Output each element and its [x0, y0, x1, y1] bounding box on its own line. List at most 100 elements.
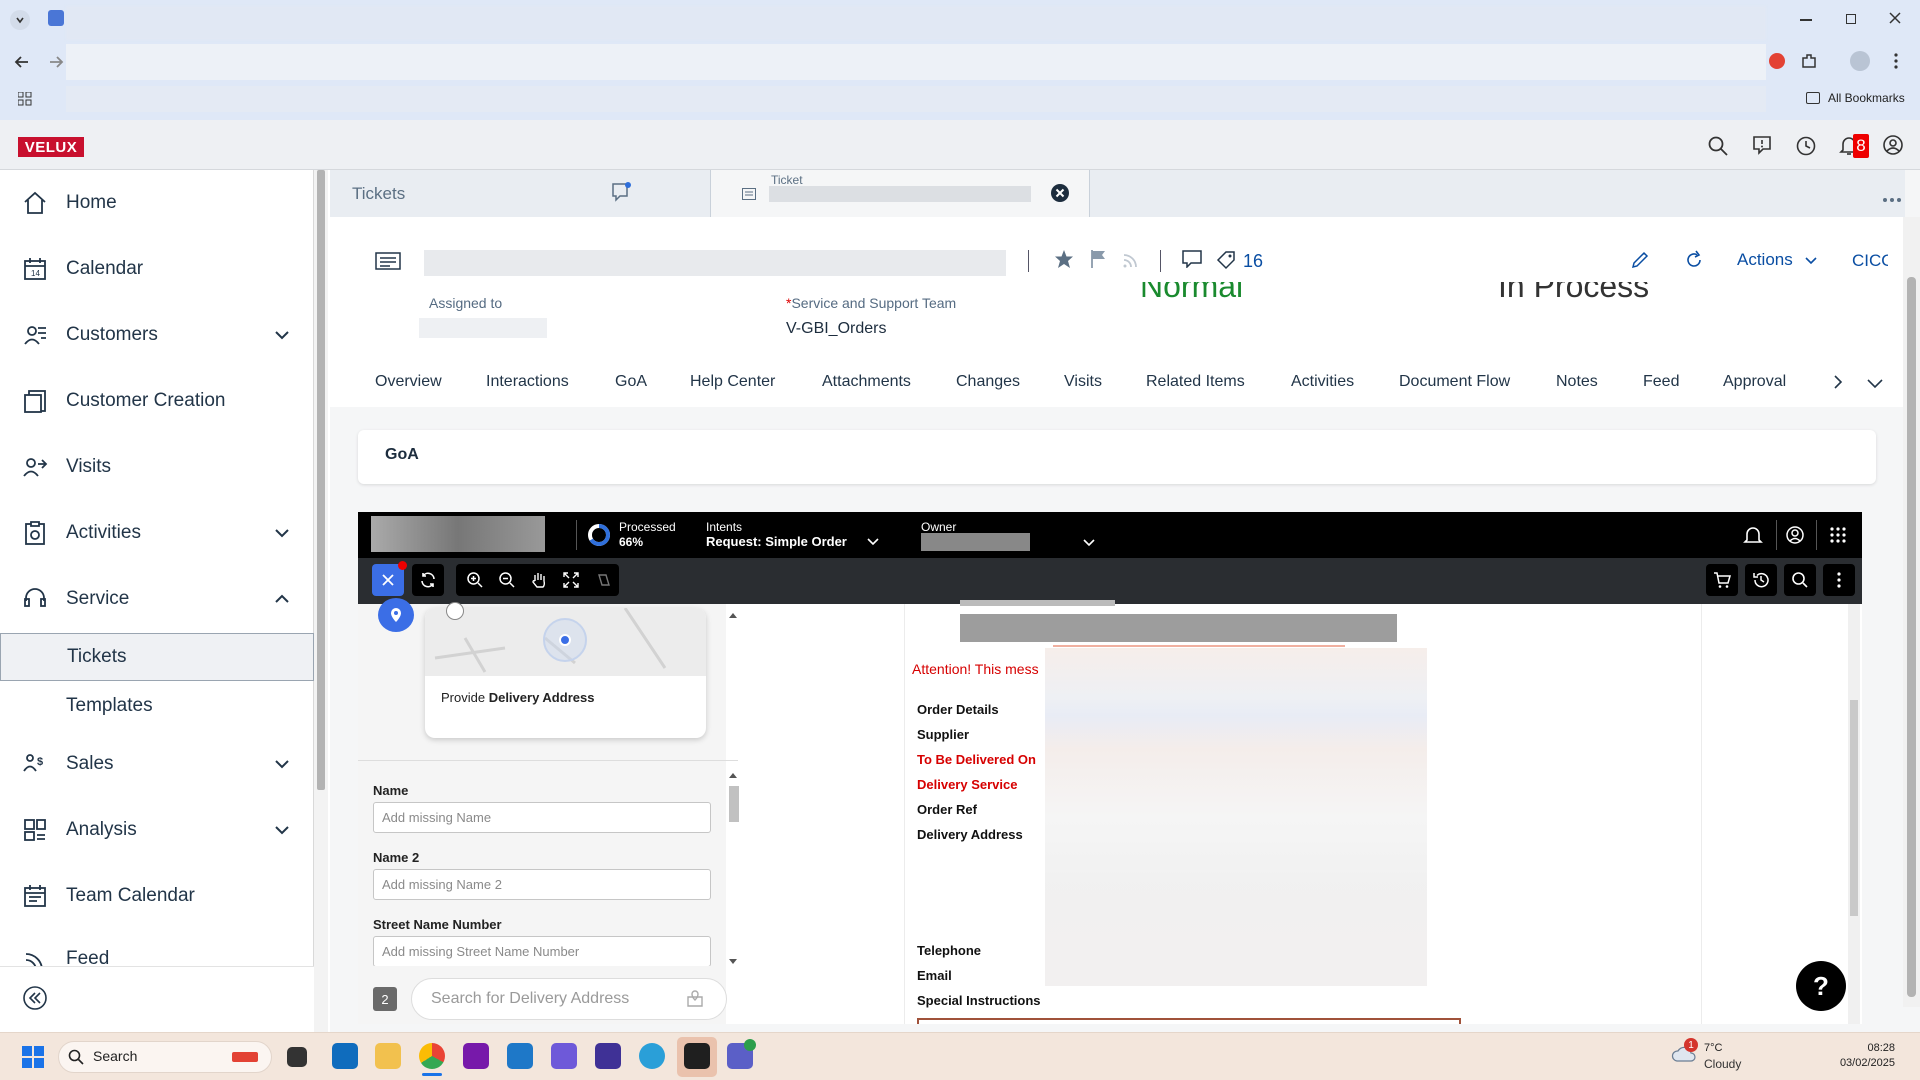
assigned-to-value-blurred[interactable]: [419, 318, 547, 338]
tab-approval[interactable]: Approval: [1723, 373, 1786, 391]
notification-count-badge[interactable]: 8: [1853, 134, 1869, 158]
main-scrollbar[interactable]: [1903, 217, 1920, 1007]
browser-menu-icon[interactable]: [1894, 53, 1898, 69]
address-locate-icon[interactable]: [685, 989, 705, 1009]
form-scroll-down-icon[interactable]: [728, 953, 738, 964]
name-input[interactable]: Add missing Name: [373, 802, 711, 833]
chevron-down-icon[interactable]: [272, 523, 292, 543]
map-card[interactable]: Provide Delivery Address: [425, 608, 706, 738]
apps-grid-icon[interactable]: [17, 91, 32, 106]
onenote-icon[interactable]: [463, 1043, 489, 1069]
address-bar-blurred[interactable]: [66, 44, 1766, 80]
chevron-down-icon[interactable]: [272, 820, 292, 840]
embed-bell-icon[interactable]: [1743, 525, 1763, 545]
embed-apps-grid-icon[interactable]: [1829, 526, 1847, 544]
embed-more-button[interactable]: [1823, 564, 1855, 596]
window-minimize-icon[interactable]: [1800, 19, 1812, 21]
tab-notes[interactable]: Notes: [1556, 373, 1598, 391]
pan-hand-button[interactable]: [523, 564, 555, 596]
tab-changes[interactable]: Changes: [956, 373, 1020, 391]
sidebar-subitem-templates[interactable]: Templates: [0, 682, 314, 730]
chevron-down-icon[interactable]: [272, 754, 292, 774]
profile-avatar-icon[interactable]: [1850, 51, 1870, 71]
extensions-puzzle-icon[interactable]: [1800, 52, 1818, 70]
collapse-sidebar-icon[interactable]: [22, 985, 48, 1011]
sidebar-scrollbar[interactable]: [314, 170, 328, 1032]
cart-button[interactable]: [1706, 564, 1738, 596]
chevron-down-icon[interactable]: [272, 325, 292, 345]
sidebar-item-calendar[interactable]: 14 Calendar: [0, 243, 314, 295]
chevron-up-icon[interactable]: [272, 589, 292, 609]
tab-document-flow[interactable]: Document Flow: [1399, 373, 1510, 391]
sidebar-item-customer-creation[interactable]: Customer Creation: [0, 375, 314, 427]
window-restore-icon[interactable]: [1846, 14, 1856, 24]
task-view-icon[interactable]: [287, 1047, 307, 1067]
tab-interactions[interactable]: Interactions: [486, 373, 569, 391]
intents-chevron-down-icon[interactable]: [866, 535, 880, 547]
clock-time[interactable]: 08:28: [1845, 1042, 1895, 1054]
user-profile-icon[interactable]: [1882, 134, 1904, 156]
sidebar-item-visits[interactable]: Visits: [0, 441, 314, 493]
outlook-icon[interactable]: [332, 1043, 358, 1069]
cico-button[interactable]: CICO: [1852, 251, 1888, 271]
comment-icon[interactable]: [1182, 250, 1202, 269]
left-panel-scroll-up-icon[interactable]: [728, 606, 738, 618]
form-scrollbar-thumb[interactable]: [729, 786, 739, 822]
fit-screen-button[interactable]: [555, 564, 587, 596]
refresh-icon[interactable]: [1684, 250, 1704, 270]
service-team-value[interactable]: V-GBI_Orders: [786, 320, 886, 338]
zoom-in-button[interactable]: [459, 564, 491, 596]
sidebar-item-activities[interactable]: Activities: [0, 507, 314, 559]
forward-arrow-icon[interactable]: [46, 52, 66, 72]
extension-icon[interactable]: [1769, 53, 1785, 69]
rss-follow-icon[interactable]: [1122, 251, 1140, 269]
tab-related-items[interactable]: Related Items: [1146, 373, 1245, 391]
flag-icon[interactable]: [1090, 249, 1108, 269]
intents-value[interactable]: Request: Simple Order: [706, 534, 847, 549]
sidebar-item-team-calendar[interactable]: Team Calendar: [0, 870, 314, 922]
back-arrow-icon[interactable]: [12, 52, 32, 72]
sidebar-item-analysis[interactable]: Analysis: [0, 804, 314, 856]
sidebar-subitem-tickets[interactable]: Tickets: [0, 633, 314, 681]
velux-logo[interactable]: VELUX: [18, 137, 84, 157]
tab-tickets[interactable]: Tickets: [330, 170, 708, 217]
sticky-notes-icon[interactable]: [684, 1043, 710, 1069]
tabbar-overflow-icon[interactable]: [1882, 190, 1902, 202]
zoom-out-button[interactable]: [491, 564, 523, 596]
favorite-star-icon[interactable]: [1054, 249, 1074, 269]
embed-search-button[interactable]: [1784, 564, 1816, 596]
tag-count[interactable]: 16: [1243, 251, 1263, 272]
all-bookmarks-folder-icon[interactable]: [1806, 92, 1820, 104]
tag-icon[interactable]: [1216, 250, 1236, 270]
chrome-icon[interactable]: [419, 1043, 445, 1069]
tabs-scroll-right-icon[interactable]: [1831, 374, 1845, 390]
tab-activities[interactable]: Activities: [1291, 373, 1354, 391]
form-scroll-up-icon[interactable]: [728, 766, 738, 778]
tab-attachments[interactable]: Attachments: [822, 373, 911, 391]
edit-pencil-icon[interactable]: [1630, 250, 1650, 270]
rotate-button[interactable]: [587, 564, 619, 596]
browser-tab-favicon[interactable]: [48, 10, 64, 26]
chat-help-icon[interactable]: [1751, 134, 1773, 156]
location-pin-badge-icon[interactable]: [378, 598, 414, 632]
tab-visits[interactable]: Visits: [1064, 373, 1102, 391]
history-button[interactable]: [1745, 564, 1777, 596]
all-bookmarks-label[interactable]: All Bookmarks: [1828, 91, 1905, 105]
app-icon-connector[interactable]: [551, 1043, 577, 1069]
tab-overview[interactable]: Overview: [375, 373, 442, 391]
actions-button[interactable]: Actions: [1737, 250, 1819, 270]
history-clock-icon[interactable]: [1795, 135, 1817, 157]
sidebar-item-home[interactable]: Home: [0, 177, 314, 229]
sidebar-item-sales[interactable]: $ Sales: [0, 738, 314, 790]
street-input[interactable]: Add missing Street Name Number: [373, 936, 711, 967]
windows-start-icon[interactable]: [22, 1046, 44, 1068]
search-icon[interactable]: [1707, 135, 1729, 157]
app-icon-purple[interactable]: [595, 1043, 621, 1069]
owner-chevron-down-icon[interactable]: [1082, 536, 1096, 548]
sidebar-item-customers[interactable]: Customers: [0, 309, 314, 361]
doc-scrollbar-thumb[interactable]: [1850, 700, 1858, 916]
window-close-icon[interactable]: [1887, 10, 1903, 26]
tickets-tab-notification-icon[interactable]: [610, 181, 632, 203]
tab-goa[interactable]: GoA: [615, 373, 647, 391]
tabs-more-icon[interactable]: [1866, 376, 1884, 389]
